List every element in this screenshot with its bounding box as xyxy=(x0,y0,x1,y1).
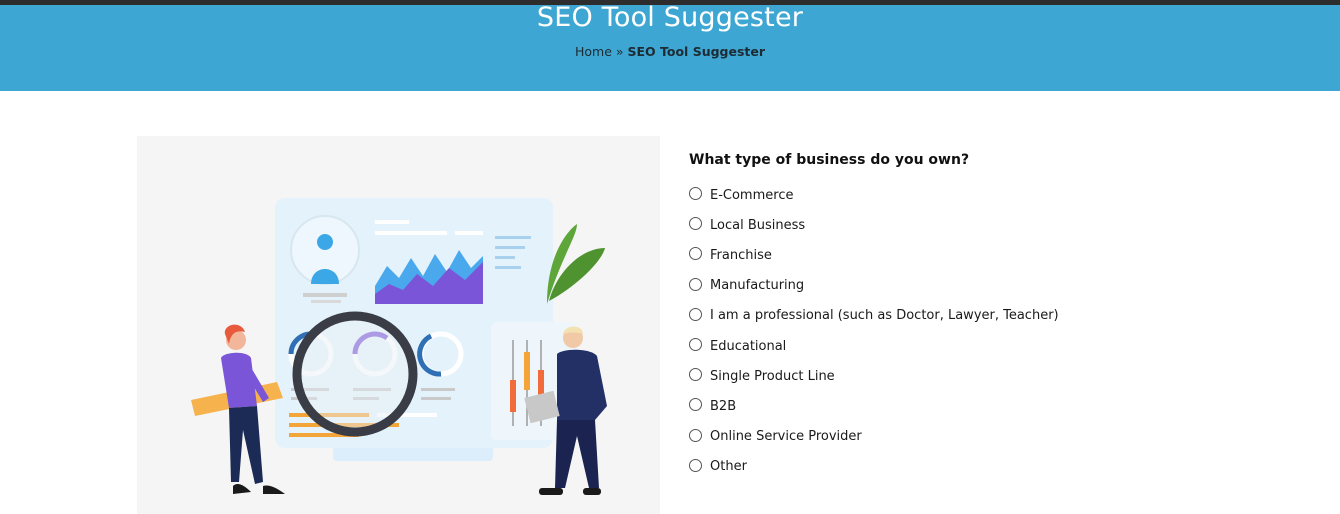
radio-button[interactable] xyxy=(689,428,702,442)
breadcrumb-separator: » xyxy=(611,44,628,59)
man-legs xyxy=(555,420,599,488)
option-label: Online Service Provider xyxy=(710,429,862,445)
business-type-question: What type of business do you own? E-Comm… xyxy=(689,152,1289,482)
breadcrumb-current: SEO Tool Suggester xyxy=(627,44,766,59)
breadcrumb-home-link[interactable]: Home xyxy=(575,44,612,59)
option-label: I am a professional (such as Doctor, Law… xyxy=(710,308,1059,324)
woman-shoe xyxy=(263,485,285,494)
text-line xyxy=(375,220,409,224)
text-line xyxy=(495,256,515,259)
man-shoe xyxy=(583,488,601,495)
option-label: Local Business xyxy=(710,217,806,233)
page-title: SEO Tool Suggester xyxy=(536,2,804,33)
radio-button[interactable] xyxy=(689,338,702,352)
text-line xyxy=(375,231,447,235)
avatar-head xyxy=(317,234,333,250)
text-line xyxy=(495,246,525,249)
radio-button[interactable] xyxy=(689,368,702,382)
text-line xyxy=(455,231,483,235)
radio-button[interactable] xyxy=(689,217,702,231)
option-label: B2B xyxy=(710,398,737,414)
options-list: E-Commerce Local Business Franchise Manufac… xyxy=(689,180,1289,482)
man-torso xyxy=(557,349,607,420)
avatar-caption-line xyxy=(311,300,341,303)
woman-legs xyxy=(229,406,263,484)
analytics-illustration-icon xyxy=(191,198,607,495)
radio-button[interactable] xyxy=(689,277,702,291)
text-line xyxy=(421,388,455,391)
text-line xyxy=(421,397,451,400)
option-row[interactable]: Single Product Line xyxy=(689,361,1289,391)
option-label: Single Product Line xyxy=(710,368,835,384)
radio-button[interactable] xyxy=(689,247,702,261)
option-row[interactable]: Franchise xyxy=(689,240,1289,270)
avatar-caption-line xyxy=(303,293,347,297)
radio-button[interactable] xyxy=(689,187,702,201)
option-label: Manufacturing xyxy=(710,278,805,294)
man-shoe xyxy=(539,488,563,495)
seo-illustration xyxy=(137,136,660,514)
option-row[interactable]: Manufacturing xyxy=(689,271,1289,301)
text-line xyxy=(495,266,521,269)
radio-button[interactable] xyxy=(689,307,702,321)
magnifier-icon xyxy=(292,311,418,437)
option-label: E-Commerce xyxy=(710,187,794,203)
option-row[interactable]: Educational xyxy=(689,331,1289,361)
breadcrumb: Home » SEO Tool Suggester xyxy=(0,44,1340,59)
radio-button[interactable] xyxy=(689,458,702,472)
option-row[interactable]: Other xyxy=(689,452,1289,482)
option-label: Educational xyxy=(710,338,787,354)
option-row[interactable]: Local Business xyxy=(689,210,1289,240)
radio-button[interactable] xyxy=(689,398,702,412)
option-row[interactable]: I am a professional (such as Doctor, Law… xyxy=(689,301,1289,331)
candlestick-bar xyxy=(524,352,530,390)
option-row[interactable]: B2B xyxy=(689,391,1289,421)
option-row[interactable]: E-Commerce xyxy=(689,180,1289,210)
page-header: SEO Tool Suggester Home » SEO Tool Sugge… xyxy=(0,2,1340,91)
option-label: Franchise xyxy=(710,247,772,263)
option-row[interactable]: Online Service Provider xyxy=(689,422,1289,452)
option-label: Other xyxy=(710,459,747,475)
question-title: What type of business do you own? xyxy=(689,152,970,168)
candlestick-bar xyxy=(510,380,516,412)
text-line xyxy=(495,236,531,239)
woman-shoe xyxy=(233,484,251,494)
